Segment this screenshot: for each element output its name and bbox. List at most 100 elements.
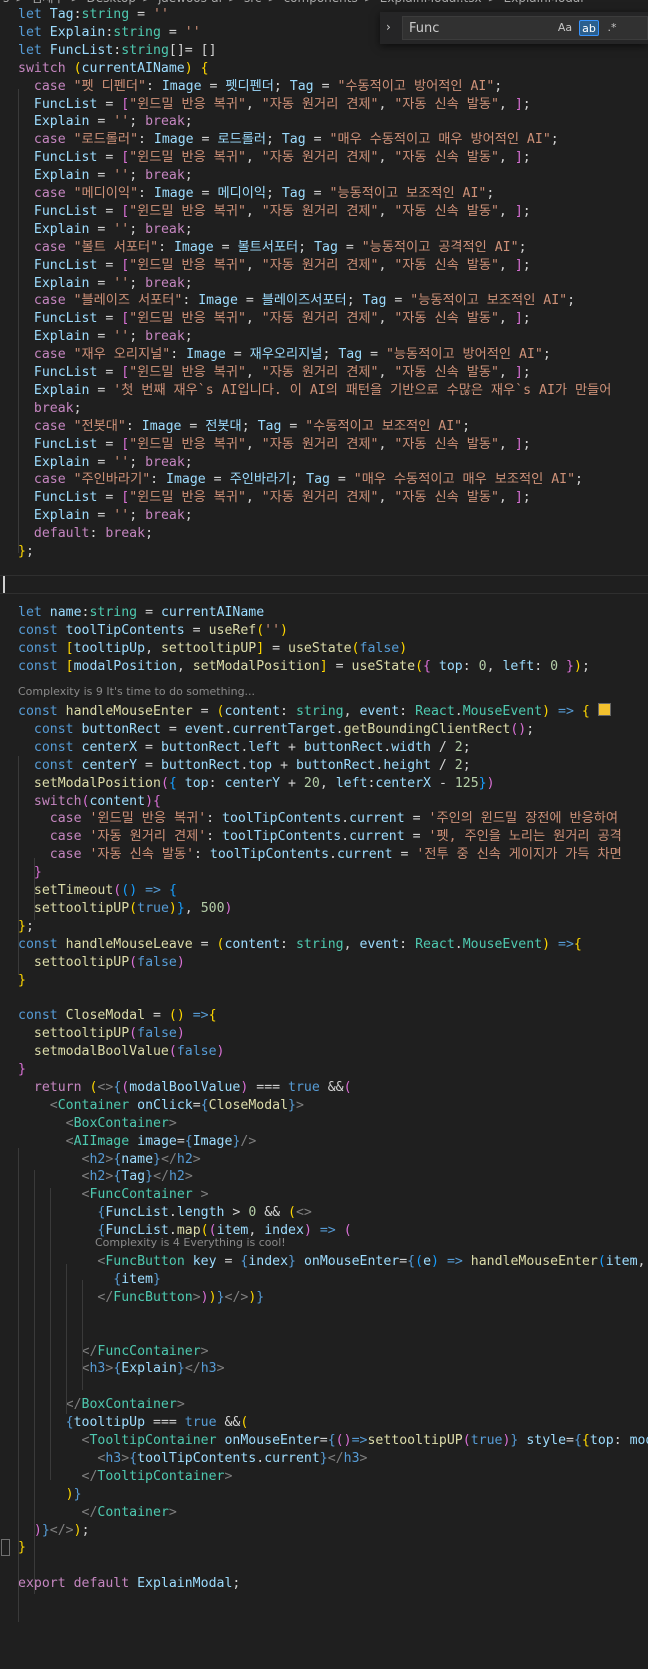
- code-line[interactable]: case "전봇대": Image = 전봇대; Tag = "수동적이고 보조…: [0, 417, 648, 436]
- code-line[interactable]: const handleMouseEnter = (content: strin…: [0, 702, 648, 721]
- code-token: '윈드밀 반응 복귀': [89, 811, 207, 827]
- code-line[interactable]: <FuncContainer >: [0, 1185, 648, 1204]
- code-line[interactable]: FuncList = ["윈드밀 반응 복귀", "자동 원거리 견제", "자…: [0, 488, 648, 507]
- code-line[interactable]: FuncList = ["윈드밀 반응 복귀", "자동 원거리 견제", "자…: [0, 309, 648, 328]
- code-line[interactable]: FuncList = ["윈드밀 반응 복귀", "자동 원거리 견제", "자…: [0, 435, 648, 454]
- code-line[interactable]: let name:string = currentAIName: [0, 603, 648, 622]
- code-line[interactable]: {FuncList.length > 0 && (<>: [0, 1203, 648, 1222]
- code-line[interactable]: case "재우 오리지널": Image = 재우오리지널; Tag = "능…: [0, 345, 648, 364]
- code-line[interactable]: const toolTipContents = useRef(''): [0, 621, 648, 640]
- code-line[interactable]: const buttonRect = event.currentTarget.g…: [0, 720, 648, 739]
- code-token: Explain: [33, 114, 90, 130]
- code-line[interactable]: </Container>: [0, 1503, 648, 1522]
- code-line[interactable]: <h3>{Explain}</h3>: [0, 1359, 648, 1378]
- code-line[interactable]: )}: [0, 1485, 648, 1504]
- code-line[interactable]: </FuncContainer>: [0, 1342, 648, 1361]
- code-line[interactable]: case "볼트 서포터": Image = 볼트서포터; Tag = "능동적…: [0, 238, 648, 257]
- code-line[interactable]: case '윈드밀 반응 복귀': toolTipContents.curren…: [0, 809, 648, 828]
- code-line[interactable]: case "블레이즈 서포터": Image = 블레이즈서포터; Tag = …: [0, 291, 648, 310]
- code-line[interactable]: <h2>{name}</h2>: [0, 1150, 648, 1169]
- use-regex-toggle[interactable]: .*: [603, 20, 621, 36]
- code-token: 125: [454, 775, 479, 791]
- match-case-toggle[interactable]: Aa: [555, 20, 575, 36]
- code-line[interactable]: export default ExplainModal;: [0, 1574, 648, 1593]
- code-line[interactable]: FuncList = ["윈드밀 반응 복귀", "자동 원거리 견제", "자…: [0, 202, 648, 221]
- code-line-text: {FuncList.length > 0 && (<>: [18, 1203, 311, 1222]
- code-line[interactable]: <TooltipContainer onMouseEnter={()=>sett…: [0, 1431, 648, 1450]
- code-line[interactable]: switch (currentAIName) {: [0, 59, 648, 78]
- code-line[interactable]: <FuncButton key = {index} onMouseEnter={…: [0, 1252, 648, 1271]
- code-line[interactable]: const centerY = buttonRect.top + buttonR…: [0, 756, 648, 775]
- code-line[interactable]: case "메디이익": Image = 메디이익; Tag = "능동적이고 …: [0, 184, 648, 203]
- code-token: case: [33, 472, 74, 488]
- code-line[interactable]: default: break;: [0, 524, 648, 543]
- find-input-box[interactable]: Aa ab .*: [402, 16, 648, 40]
- code-line[interactable]: }: [0, 971, 648, 990]
- code-line[interactable]: {item}: [0, 1270, 648, 1289]
- code-line[interactable]: FuncList = ["윈드밀 반응 복귀", "자동 원거리 견제", "자…: [0, 256, 648, 275]
- code-token: false: [137, 1026, 177, 1042]
- code-line[interactable]: setTimeout(() => {: [0, 881, 648, 900]
- code-line[interactable]: const [modalPosition, setModalPosition] …: [0, 657, 648, 676]
- code-line[interactable]: [0, 1556, 648, 1575]
- code-line[interactable]: </FuncButton>))}</>)}: [0, 1288, 648, 1307]
- code-line[interactable]: settooltipUP(false): [0, 953, 648, 972]
- code-line[interactable]: [0, 1306, 648, 1325]
- code-line[interactable]: Explain = ''; break;: [0, 274, 648, 293]
- toggle-replace-chevron-icon[interactable]: ›: [386, 20, 391, 34]
- code-line[interactable]: return (<>{(modalBoolValue) === true &&(: [0, 1078, 648, 1097]
- find-input[interactable]: [403, 17, 565, 39]
- code-line[interactable]: break;: [0, 399, 648, 418]
- code-line[interactable]: setmodalBoolValue(false): [0, 1042, 648, 1061]
- code-line[interactable]: </TooltipContainer>: [0, 1467, 648, 1486]
- code-line[interactable]: </BoxContainer>: [0, 1395, 648, 1414]
- code-line[interactable]: FuncList = ["윈드밀 반응 복귀", "자동 원거리 견제", "자…: [0, 95, 648, 114]
- code-line[interactable]: switch(content){: [0, 792, 648, 811]
- code-line[interactable]: const CloseModal = () =>{: [0, 1006, 648, 1025]
- code-token: Image: [173, 239, 214, 255]
- code-line[interactable]: <Container onClick={CloseModal}>: [0, 1096, 648, 1115]
- code-line[interactable]: settooltipUP(true)}, 500): [0, 899, 648, 918]
- code-line[interactable]: {tooltipUp === true &&(: [0, 1413, 648, 1432]
- code-line[interactable]: case "로드롤러": Image = 로드롤러; Tag = "매우 수동적…: [0, 130, 648, 149]
- code-line[interactable]: Explain = ''; break;: [0, 112, 648, 131]
- code-line[interactable]: [0, 1377, 648, 1396]
- code-line[interactable]: Explain = '첫 번째 재우`s AI입니다. 이 AI의 패턴을 기반…: [0, 381, 648, 400]
- code-line[interactable]: const centerX = buttonRect.left + button…: [0, 738, 648, 757]
- code-line[interactable]: )}</>);: [0, 1521, 648, 1540]
- code-line[interactable]: }: [0, 1538, 648, 1557]
- code-line[interactable]: <h2>{Tag}</h2>: [0, 1167, 648, 1186]
- code-line[interactable]: Explain = ''; break;: [0, 220, 648, 239]
- code-line[interactable]: [0, 988, 648, 1007]
- code-line[interactable]: settooltipUP(false): [0, 1024, 648, 1043]
- code-lens-complexity[interactable]: Complexity is 4 Everything is cool!: [95, 1235, 286, 1251]
- code-line[interactable]: case "펫 디펜더": Image = 펫디펜더; Tag = "수동적이고…: [0, 77, 648, 96]
- code-line[interactable]: };: [0, 542, 648, 561]
- code-line[interactable]: <AIImage image={Image}/>: [0, 1132, 648, 1151]
- code-line[interactable]: Explain = ''; break;: [0, 453, 648, 472]
- code-line[interactable]: Explain = ''; break;: [0, 327, 648, 346]
- code-line[interactable]: case "주인바라기": Image = 주인바라기; Tag = "매우 수…: [0, 470, 648, 489]
- code-line[interactable]: case '자동 원거리 견제': toolTipContents.curren…: [0, 827, 648, 846]
- code-lens-complexity[interactable]: Complexity is 9 It's time to do somethin…: [18, 684, 255, 700]
- match-whole-word-toggle[interactable]: ab: [579, 20, 599, 36]
- code-line[interactable]: FuncList = ["윈드밀 반응 복귀", "자동 원거리 견제", "자…: [0, 363, 648, 382]
- code-line[interactable]: Explain = ''; break;: [0, 166, 648, 185]
- code-line[interactable]: Explain = ''; break;: [0, 506, 648, 525]
- code-line[interactable]: const handleMouseLeave = (content: strin…: [0, 935, 648, 954]
- find-widget[interactable]: › Aa ab .*: [380, 12, 648, 44]
- code-line[interactable]: [0, 1324, 648, 1343]
- code-line[interactable]: }: [0, 1060, 648, 1079]
- code-line[interactable]: const [tooltipUp, settooltipUP] = useSta…: [0, 639, 648, 658]
- code-line[interactable]: setModalPosition({ top: centerY + 20, le…: [0, 774, 648, 793]
- code-token: {: [407, 1254, 416, 1269]
- code-line[interactable]: <h3>{toolTipContents.current}</h3>: [0, 1449, 648, 1468]
- code-line[interactable]: }: [0, 863, 648, 882]
- code-line[interactable]: };: [0, 917, 648, 936]
- code-line[interactable]: case '자동 신속 발동': toolTipContents.current…: [0, 845, 648, 864]
- code-line[interactable]: <BoxContainer>: [0, 1114, 648, 1133]
- code-editor[interactable]: s>김재우>Desktop>jaewoos-ai>src>components>…: [0, 0, 648, 1669]
- code-line[interactable]: FuncList = ["윈드밀 반응 복귀", "자동 원거리 견제", "자…: [0, 148, 648, 167]
